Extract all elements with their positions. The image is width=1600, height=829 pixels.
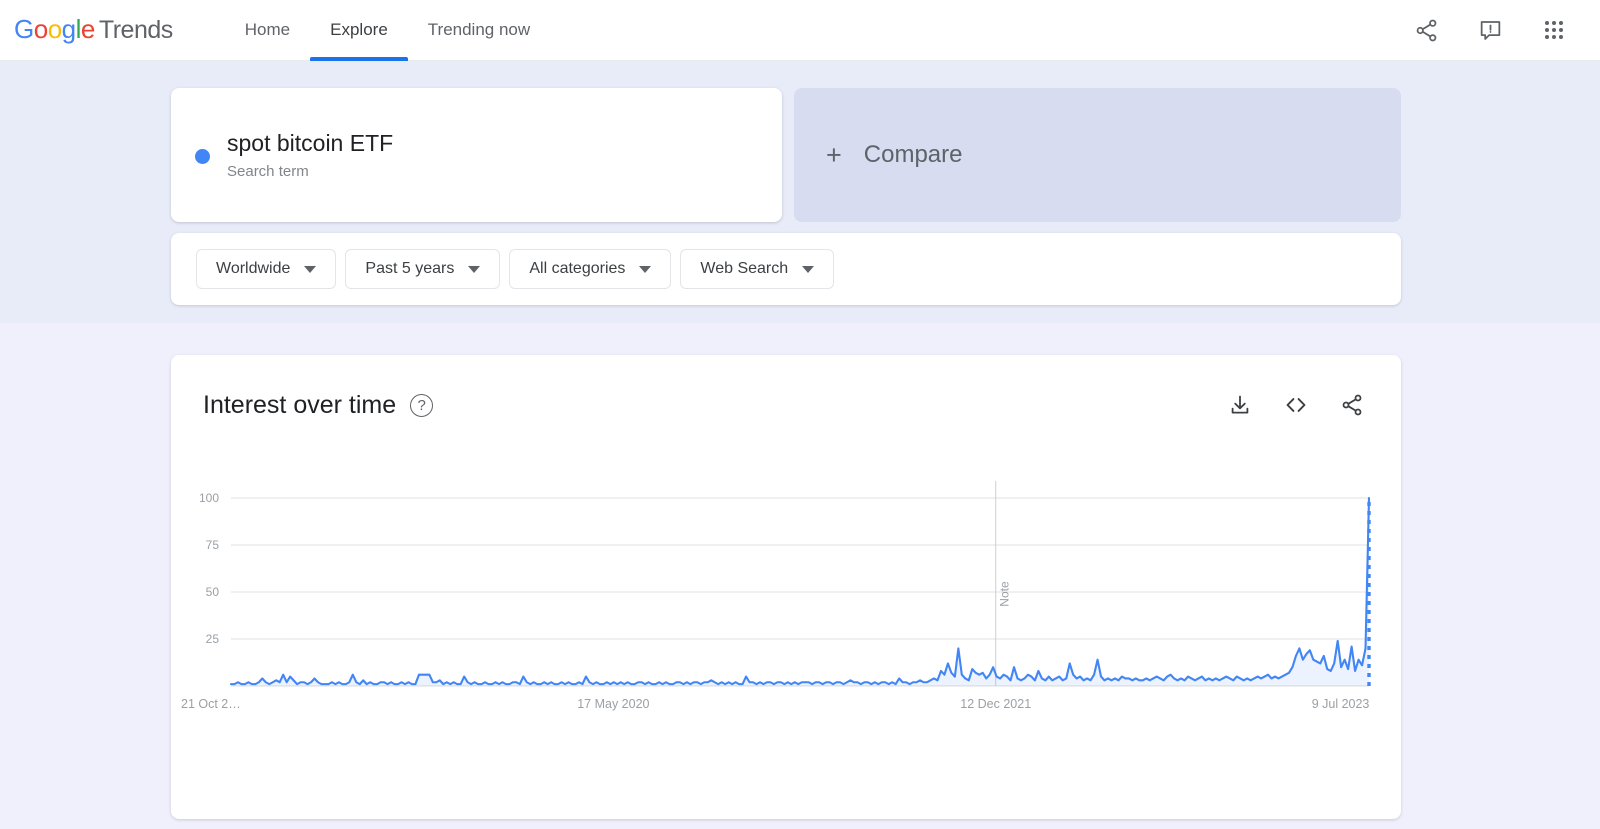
main-nav: Home Explore Trending now xyxy=(225,0,550,61)
query-row: spot bitcoin ETF Search term + Compare xyxy=(171,88,1401,222)
y-axis-tick-label: 100 xyxy=(199,491,219,505)
chevron-down-icon xyxy=(802,266,814,273)
filter-category-value: All categories xyxy=(529,260,625,278)
y-axis-tick-label: 50 xyxy=(206,585,220,599)
page-content: spot bitcoin ETF Search term + Compare W… xyxy=(0,61,1600,829)
trend-line-chart[interactable]: 100 75 50 25 Note 21 Oct 2… 17 May 2020 12 Dec … xyxy=(171,481,1401,751)
filter-category[interactable]: All categories xyxy=(509,249,671,289)
compare-button[interactable]: + Compare xyxy=(794,88,1401,222)
search-term-texts: spot bitcoin ETF Search term xyxy=(227,128,393,183)
chevron-down-icon xyxy=(639,266,651,273)
filter-location-value: Worldwide xyxy=(216,260,290,278)
top-bar-actions xyxy=(1386,0,1600,61)
embed-code-icon[interactable] xyxy=(1275,384,1317,426)
chevron-down-icon xyxy=(468,266,480,273)
google-wordmark: Google xyxy=(14,14,95,45)
filter-time-range-value: Past 5 years xyxy=(365,260,454,278)
nav-item-explore[interactable]: Explore xyxy=(310,0,408,61)
x-axis-tick-label: 21 Oct 2… xyxy=(181,697,241,711)
download-csv-icon[interactable] xyxy=(1219,384,1261,426)
series-color-dot xyxy=(195,149,210,164)
search-term-value: spot bitcoin ETF xyxy=(227,128,393,158)
nav-item-trending-now[interactable]: Trending now xyxy=(408,0,550,61)
y-axis-tick-label: 75 xyxy=(206,538,220,552)
apps-grid-glyph xyxy=(1545,21,1563,39)
top-navigation-bar: Google Trends Home Explore Trending now xyxy=(0,0,1600,61)
x-axis-tick-label: 12 Dec 2021 xyxy=(960,697,1031,711)
interest-over-time-card: Interest over time ? xyxy=(171,355,1401,819)
app-root: Google Trends Home Explore Trending now xyxy=(0,0,1600,829)
search-term-card[interactable]: spot bitcoin ETF Search term xyxy=(171,88,782,222)
filter-search-type-value: Web Search xyxy=(700,260,788,278)
filter-search-type[interactable]: Web Search xyxy=(680,249,834,289)
share-chart-icon[interactable] xyxy=(1331,384,1373,426)
filter-location[interactable]: Worldwide xyxy=(196,249,336,289)
google-trends-logo[interactable]: Google Trends xyxy=(14,14,173,45)
nav-item-trending-now-label: Trending now xyxy=(428,20,530,40)
chart-title: Interest over time xyxy=(203,391,396,420)
x-axis-tick-label: 17 May 2020 xyxy=(577,697,649,711)
nav-item-home[interactable]: Home xyxy=(225,0,310,61)
filter-time-range[interactable]: Past 5 years xyxy=(345,249,500,289)
trend-line-series[interactable] xyxy=(231,498,1369,684)
y-axis-tick-label: 25 xyxy=(206,632,220,646)
chart-actions xyxy=(1219,384,1373,426)
feedback-icon[interactable] xyxy=(1466,6,1514,54)
nav-item-explore-label: Explore xyxy=(330,20,388,40)
filter-bar: Worldwide Past 5 years All categories We… xyxy=(171,233,1401,305)
x-axis-tick-label: 9 Jul 2023 xyxy=(1312,697,1370,711)
compare-label: Compare xyxy=(864,141,963,169)
google-apps-icon[interactable] xyxy=(1530,6,1578,54)
interest-over-time-plot[interactable]: 100 75 50 25 Note 21 Oct 2… 17 May 2020 12 Dec … xyxy=(171,481,1401,751)
chart-header: Interest over time ? xyxy=(203,382,1373,428)
share-icon[interactable] xyxy=(1402,6,1450,54)
help-icon[interactable]: ? xyxy=(410,394,433,417)
chevron-down-icon xyxy=(304,266,316,273)
trends-wordmark: Trends xyxy=(99,16,173,45)
nav-item-home-label: Home xyxy=(245,20,290,40)
note-marker-label[interactable]: Note xyxy=(998,581,1012,607)
search-term-type: Search term xyxy=(227,161,393,183)
plus-icon: + xyxy=(826,142,842,169)
